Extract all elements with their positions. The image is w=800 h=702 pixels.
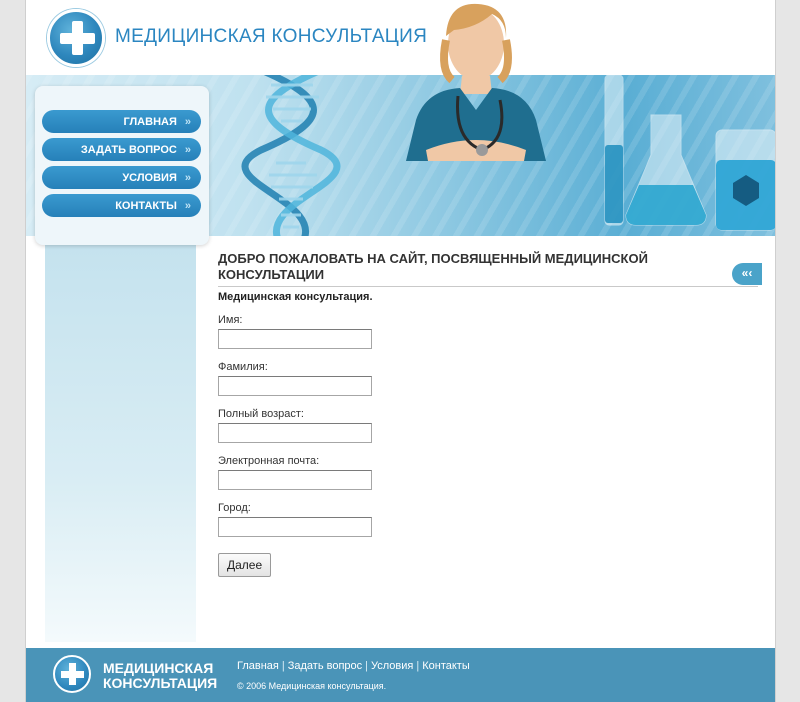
first-name-label: Имя: [218,314,243,326]
footer-separator: | [365,660,369,672]
footer-link-home[interactable]: Главная [237,660,279,672]
consultation-form: Имя: Фамилия: Полный возраст: Электронна… [218,314,761,577]
double-chevron-right-icon: » [184,199,191,212]
footer-site-title: МЕДИЦИНСКАЯ КОНСУЛЬТАЦИЯ [103,661,217,691]
medical-cross-logo-icon[interactable] [47,9,105,67]
footer-link-terms[interactable]: Условия [371,660,413,672]
dna-helix-illustration [241,75,341,236]
nav-item-contacts[interactable]: КОНТАКТЫ » [42,194,201,217]
nav-item-label: КОНТАКТЫ [115,199,177,212]
sidebar-background [45,240,196,642]
lab-flasks-illustration [604,75,775,231]
nav-item-terms[interactable]: УСЛОВИЯ » [42,166,201,189]
double-chevron-right-icon: » [184,171,191,184]
next-button[interactable]: Далее [218,553,272,577]
last-name-input[interactable] [218,376,372,396]
main-navigation: ГЛАВНАЯ » ЗАДАТЬ ВОПРОС » УСЛОВИЯ » КОНТ… [42,110,201,222]
section-subtitle: Медицинская консультация. [218,291,373,303]
double-chevron-right-icon: » [184,115,191,128]
footer-separator: | [416,660,420,672]
doctor-photo [406,3,546,161]
page-container: МЕДИЦИНСКАЯ КОНСУЛЬТАЦИЯ ГЛАВНАЯ » ЗАДАТ… [25,0,776,702]
nav-item-label: ЗАДАТЬ ВОПРОС [80,143,177,156]
first-name-input[interactable] [218,329,372,349]
footer-nav: Главная | Задать вопрос | Условия | Контакты [237,660,470,672]
age-label: Полный возраст: [218,408,304,420]
age-input[interactable] [218,423,372,443]
city-label: Город: [218,502,251,514]
copyright-text: © 2006 Медицинская консультация. [237,681,387,691]
city-input[interactable] [218,517,372,537]
footer-separator: | [281,660,285,672]
nav-item-label: ГЛАВНАЯ [123,115,177,128]
footer-title-line1: МЕДИЦИНСКАЯ [103,660,214,676]
page-title: ДОБРО ПОЖАЛОВАТЬ НА САЙТ, ПОСВЯЩЕННЫЙ МЕ… [218,251,648,282]
main-content: ДОБРО ПОЖАЛОВАТЬ НА САЙТ, ПОСВЯЩЕННЫЙ МЕ… [218,251,761,577]
nav-item-home[interactable]: ГЛАВНАЯ » [42,110,201,133]
site-title[interactable]: МЕДИЦИНСКАЯ КОНСУЛЬТАЦИЯ [115,26,427,48]
last-name-label: Фамилия: [218,361,268,373]
medical-cross-logo-icon [53,655,91,693]
footer-link-contacts[interactable]: Контакты [422,660,470,672]
footer-title-line2: КОНСУЛЬТАЦИЯ [103,675,218,691]
nav-item-ask-question[interactable]: ЗАДАТЬ ВОПРОС » [42,138,201,161]
heading-divider [218,286,758,287]
nav-item-label: УСЛОВИЯ [122,171,177,184]
logo-cross-horizontal [60,33,95,44]
footer-link-ask-question[interactable]: Задать вопрос [288,660,362,672]
footer-logo-cross-horizontal [61,671,84,678]
email-label: Электронная почта: [218,455,320,467]
footer: МЕДИЦИНСКАЯ КОНСУЛЬТАЦИЯ Главная | Задать … [26,648,775,702]
email-input[interactable] [218,470,372,490]
double-chevron-right-icon: » [184,143,191,156]
